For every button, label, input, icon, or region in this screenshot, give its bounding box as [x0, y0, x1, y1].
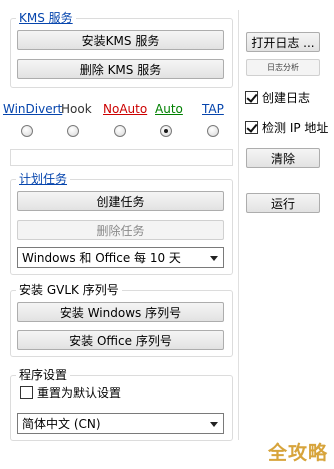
reset-defaults-check-box[interactable] [20, 386, 33, 399]
delete-task-button[interactable]: 删除任务 [17, 220, 224, 240]
mode-radio-auto[interactable] [160, 125, 172, 137]
install-windows-key-button[interactable]: 安装 Windows 序列号 [17, 302, 224, 322]
mode-radio-tap[interactable] [207, 125, 219, 137]
mode-label-auto[interactable]: Auto [155, 102, 183, 116]
mode-radio-noauto[interactable] [114, 125, 126, 137]
create-log-check-box[interactable] [245, 91, 258, 104]
clear-button[interactable]: 清除 [246, 148, 320, 168]
scheduled-task-legend[interactable]: 计划任务 [16, 172, 71, 186]
log-output-box[interactable] [10, 149, 233, 166]
chevron-down-icon [210, 255, 218, 261]
install-kms-button[interactable]: 安装KMS 服务 [17, 30, 224, 50]
create-task-button[interactable]: 创建任务 [17, 191, 224, 211]
mode-label-windivert[interactable]: WinDivert [3, 102, 62, 116]
kms-service-legend[interactable]: KMS 服务 [16, 11, 76, 25]
mode-radio-windivert[interactable] [21, 125, 33, 137]
language-select[interactable]: 简体中文 (CN) [17, 413, 224, 434]
create-log-checkbox[interactable]: 创建日志 [245, 89, 310, 106]
gvlk-legend: 安装 GVLK 序列号 [16, 283, 122, 297]
create-log-label: 创建日志 [262, 91, 311, 105]
language-select-value: 简体中文 (CN) [22, 417, 101, 431]
chevron-down-icon [210, 421, 218, 427]
run-button[interactable]: 运行 [246, 193, 320, 213]
panel-divider [238, 10, 239, 440]
detect-ip-label: 检测 IP 地址 [262, 121, 329, 135]
schedule-select-value: Windows 和 Office 每 10 天 [22, 251, 181, 265]
schedule-select[interactable]: Windows 和 Office 每 10 天 [17, 247, 224, 268]
mode-label-hook[interactable]: Hook [61, 102, 92, 116]
program-settings-legend: 程序设置 [16, 368, 71, 382]
reset-defaults-label: 重置为默认设置 [37, 386, 122, 400]
install-office-key-button[interactable]: 安装 Office 序列号 [17, 330, 224, 350]
mode-label-tap[interactable]: TAP [202, 102, 224, 116]
mode-label-noauto[interactable]: NoAuto [103, 102, 147, 116]
reset-defaults-checkbox[interactable]: 重置为默认设置 [20, 384, 121, 401]
log-analysis-button[interactable]: 日志分析 [246, 59, 320, 76]
site-watermark: 全攻略 [267, 442, 328, 464]
delete-kms-button[interactable]: 删除 KMS 服务 [17, 59, 224, 79]
open-log-button[interactable]: 打开日志 ... [246, 32, 320, 52]
detect-ip-check-box[interactable] [245, 121, 258, 134]
mode-radio-hook[interactable] [67, 125, 79, 137]
detect-ip-checkbox[interactable]: 检测 IP 地址 [245, 119, 328, 136]
